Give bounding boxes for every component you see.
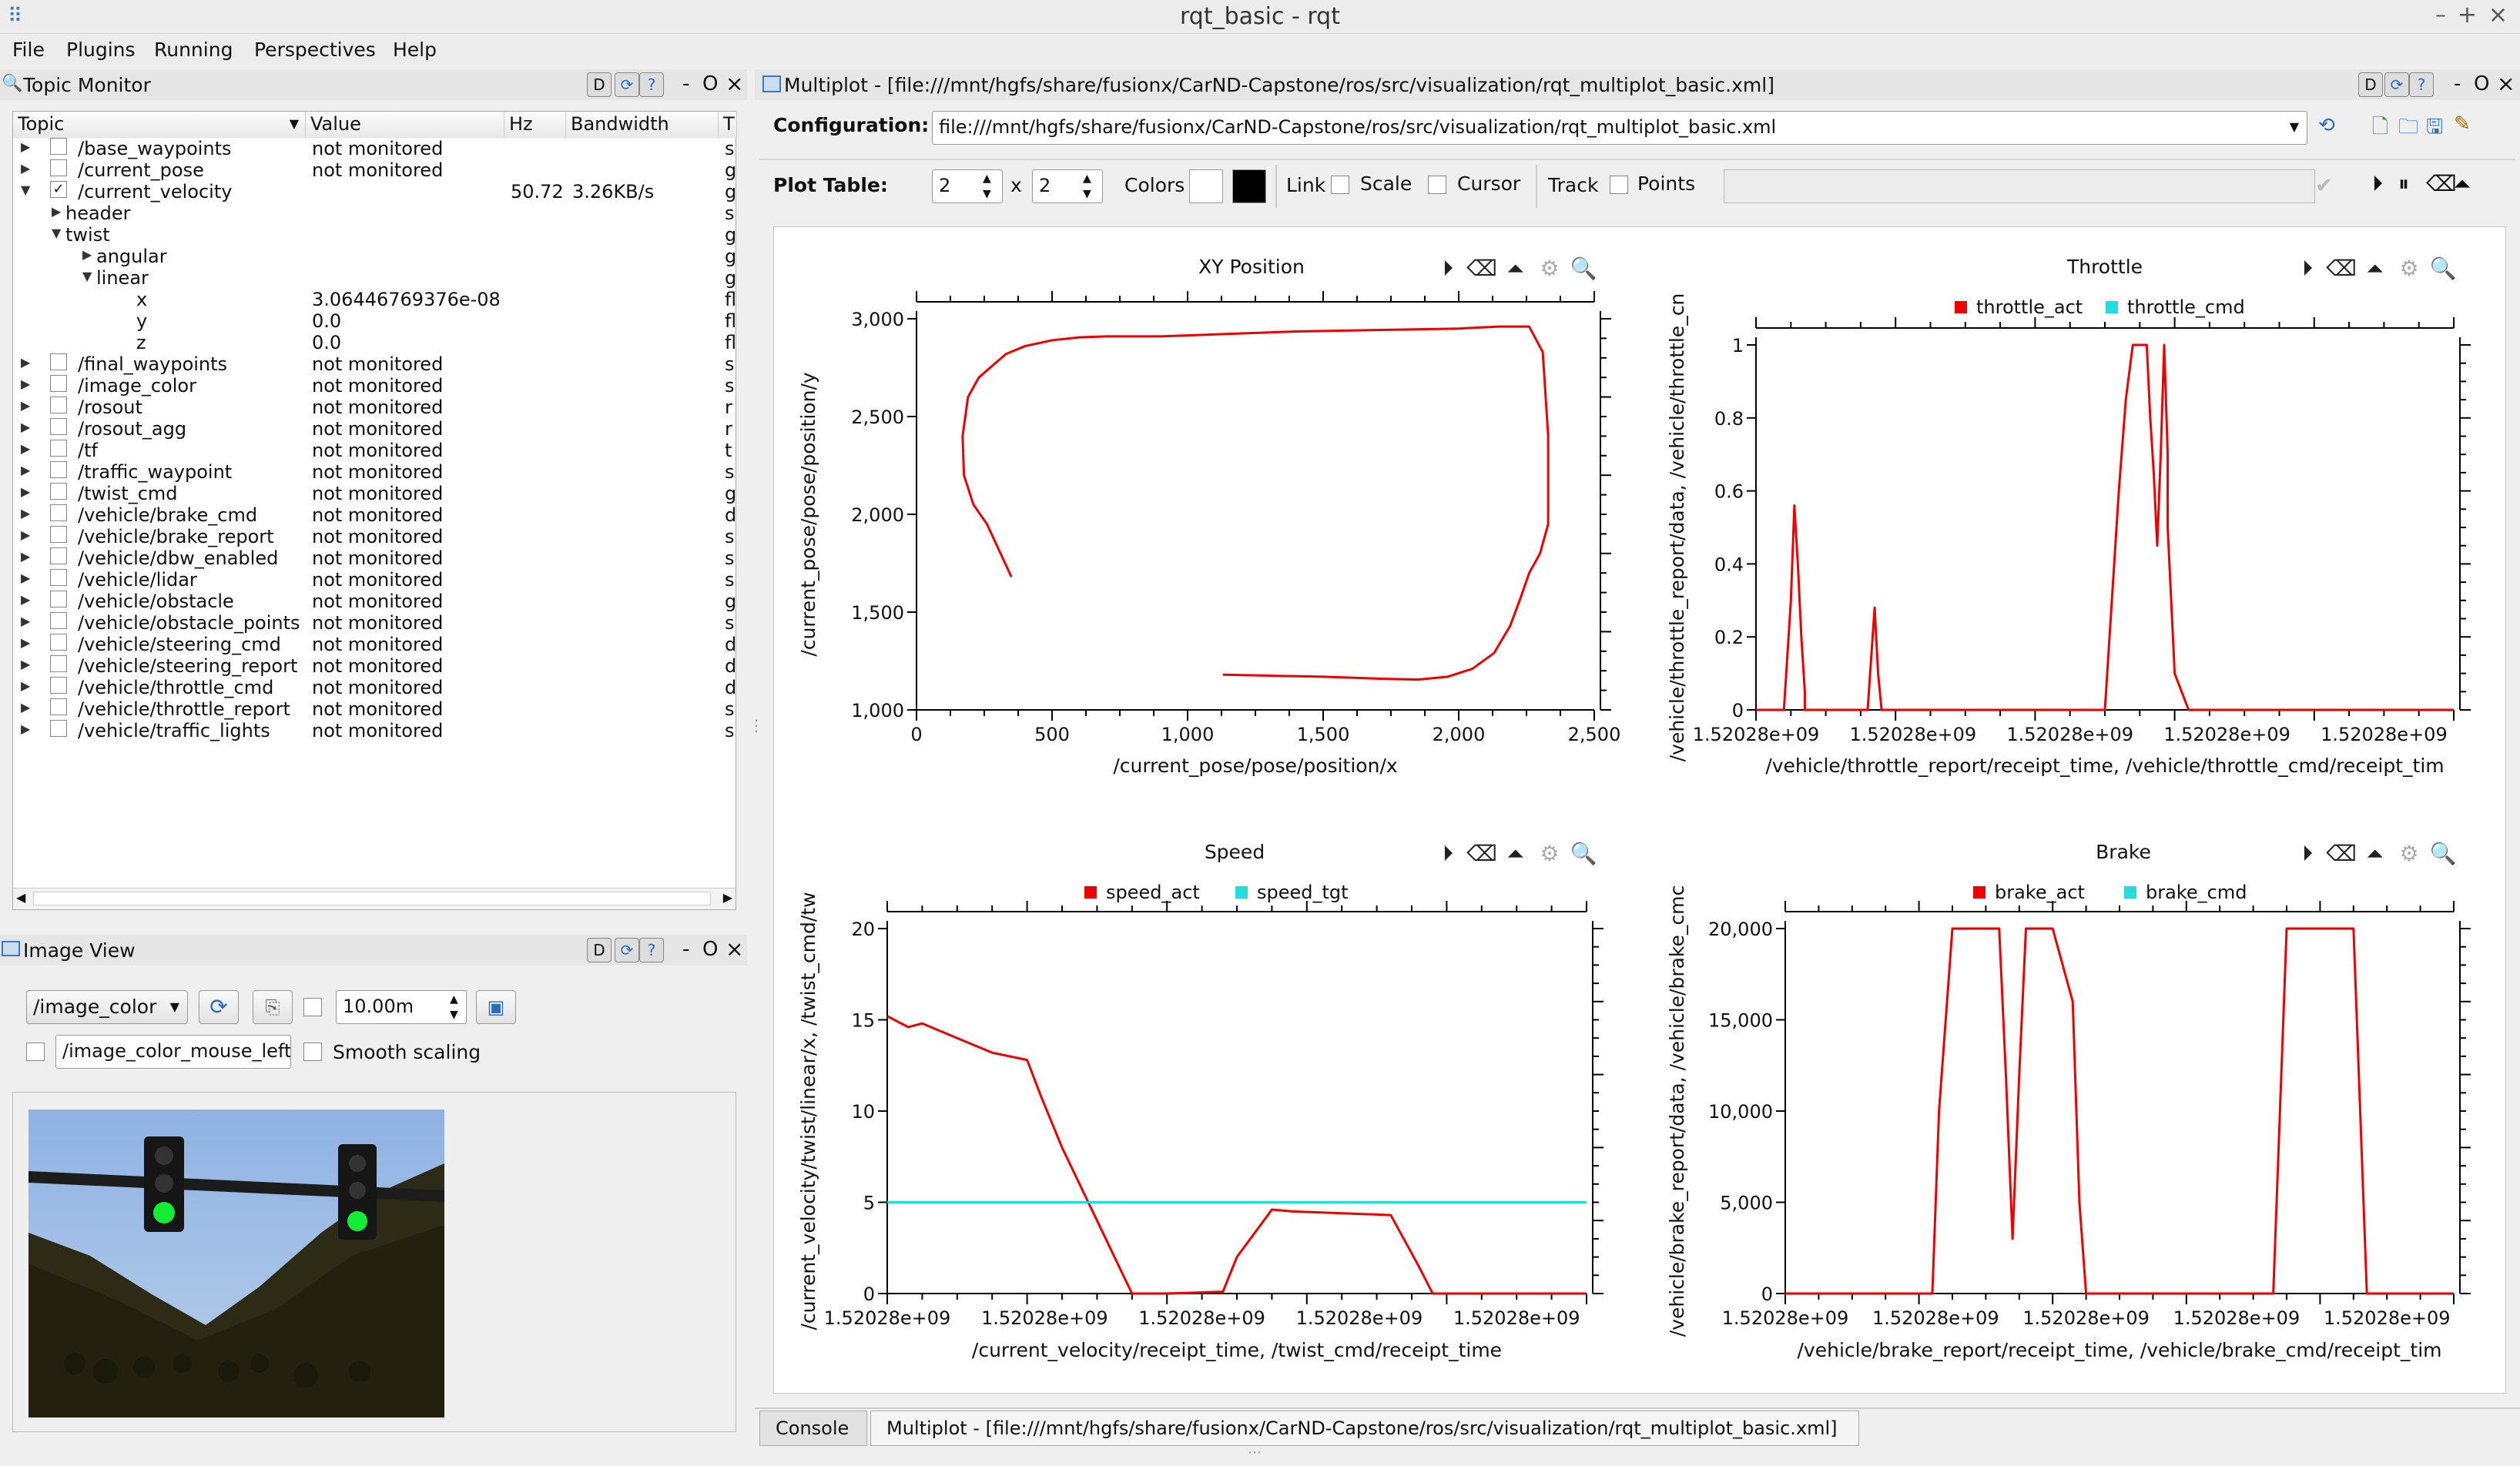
export-icon[interactable]: ⏶ bbox=[1507, 841, 1524, 866]
clear-icon[interactable]: ⌫ bbox=[2325, 256, 2357, 281]
x-tick-label: 2,000 bbox=[1433, 724, 1486, 745]
plot-title: XY Position bbox=[1198, 256, 1305, 278]
y-tick-label: 1 bbox=[1732, 335, 1744, 356]
series-line bbox=[1756, 343, 2454, 711]
clear-icon[interactable]: ⌫ bbox=[1466, 841, 1497, 866]
x-tick-label: 500 bbox=[1034, 724, 1070, 745]
x-tick-label: 1.52028e+09 bbox=[1138, 1307, 1265, 1329]
series-line bbox=[1785, 927, 2454, 1295]
y-tick-label: 0.6 bbox=[1714, 481, 1744, 503]
legend-label: speed_tgt bbox=[1257, 882, 1349, 903]
x-tick-label: 1.52028e+09 bbox=[2321, 724, 2448, 745]
y-tick-label: 1,000 bbox=[851, 700, 904, 721]
y-axis-label: /vehicle/throttle_report/data, /vehicle/… bbox=[1666, 293, 1688, 762]
series-line bbox=[961, 325, 1550, 681]
play-icon[interactable]: ⏵ bbox=[1443, 841, 1453, 866]
y-tick-label: 0 bbox=[1761, 1284, 1773, 1305]
legend-label: throttle_act bbox=[1976, 296, 2083, 318]
legend-label: throttle_cmd bbox=[2127, 296, 2245, 318]
tab-divider bbox=[755, 1407, 2520, 1409]
export-icon[interactable]: ⏶ bbox=[2367, 256, 2384, 281]
zoom-icon[interactable]: 🔍 bbox=[2430, 254, 2457, 281]
legend-swatch bbox=[2124, 886, 2136, 899]
play-icon[interactable]: ⏵ bbox=[2302, 256, 2313, 281]
legend-label: speed_act bbox=[1106, 882, 1200, 903]
x-tick-label: 1.52028e+09 bbox=[1872, 1307, 1999, 1329]
y-tick-label: 0 bbox=[863, 1284, 875, 1305]
x-tick-label: 1,000 bbox=[1161, 724, 1215, 745]
plot-title: Speed bbox=[1205, 841, 1265, 863]
play-icon[interactable]: ⏵ bbox=[2302, 841, 2313, 866]
settings-icon[interactable]: ⚙ bbox=[1540, 256, 1559, 281]
x-tick-label: 1.52028e+09 bbox=[1453, 1307, 1580, 1329]
y-tick-label: 5 bbox=[863, 1193, 875, 1214]
legend-swatch bbox=[1973, 886, 1986, 899]
resize-grip[interactable]: ⋯ bbox=[1248, 1444, 1262, 1461]
y-tick-label: 15 bbox=[851, 1010, 875, 1032]
x-tick-label: 0 bbox=[910, 724, 922, 745]
y-tick-label: 10,000 bbox=[1708, 1101, 1773, 1123]
legend-swatch bbox=[1955, 301, 1967, 313]
settings-icon[interactable]: ⚙ bbox=[2399, 841, 2418, 866]
x-tick-label: 1.52028e+09 bbox=[1850, 724, 1977, 745]
y-axis-label: /current_velocity/twist/linear/x, /twist… bbox=[797, 892, 819, 1330]
x-axis-label: /vehicle/brake_report/receipt_time, /veh… bbox=[1798, 1339, 2442, 1361]
y-tick-label: 0.4 bbox=[1714, 554, 1744, 575]
x-tick-label: 1,500 bbox=[1297, 724, 1350, 745]
y-axis-label: /current_pose/pose/position/y bbox=[797, 372, 819, 657]
x-tick-label: 1.52028e+09 bbox=[1296, 1307, 1423, 1329]
legend-label: brake_act bbox=[1995, 882, 2085, 903]
x-tick-label: 1.52028e+09 bbox=[2173, 1307, 2301, 1329]
y-axis-label: /vehicle/brake_report/data, /vehicle/bra… bbox=[1666, 885, 1688, 1337]
y-tick-label: 3,000 bbox=[851, 309, 904, 330]
legend-swatch bbox=[1084, 886, 1097, 899]
legend-swatch bbox=[1235, 886, 1248, 899]
plot-title: Brake bbox=[2096, 841, 2151, 863]
y-tick-label: 20 bbox=[851, 919, 875, 940]
y-tick-label: 5,000 bbox=[1720, 1193, 1773, 1214]
legend-label: brake_cmd bbox=[2146, 882, 2247, 903]
x-axis-label: /current_velocity/receipt_time, /twist_c… bbox=[972, 1339, 1502, 1361]
x-tick-label: 1.52028e+09 bbox=[824, 1307, 951, 1329]
x-tick-label: 1.52028e+09 bbox=[2022, 1307, 2150, 1329]
y-tick-label: 2,000 bbox=[851, 504, 904, 526]
x-tick-label: 2,500 bbox=[1568, 724, 1621, 745]
y-tick-label: 0 bbox=[1732, 700, 1744, 721]
x-tick-label: 1.52028e+09 bbox=[2324, 1307, 2451, 1329]
zoom-icon[interactable]: 🔍 bbox=[2430, 839, 2457, 866]
legend-swatch bbox=[2106, 301, 2118, 313]
series-line bbox=[886, 1015, 1587, 1295]
x-tick-label: 1.52028e+09 bbox=[981, 1307, 1108, 1329]
play-icon[interactable]: ⏵ bbox=[1443, 256, 1453, 281]
export-icon[interactable]: ⏶ bbox=[1507, 256, 1524, 281]
zoom-icon[interactable]: 🔍 bbox=[1570, 839, 1597, 866]
x-axis-label: /current_pose/pose/position/x bbox=[1113, 755, 1397, 777]
x-tick-label: 1.52028e+09 bbox=[1693, 724, 1820, 745]
y-tick-label: 2,500 bbox=[851, 407, 904, 428]
x-tick-label: 1.52028e+09 bbox=[1722, 1307, 1849, 1329]
clear-icon[interactable]: ⌫ bbox=[2325, 841, 2357, 866]
settings-icon[interactable]: ⚙ bbox=[2399, 256, 2418, 281]
y-tick-label: 0.8 bbox=[1714, 408, 1744, 430]
export-icon[interactable]: ⏶ bbox=[2367, 841, 2384, 866]
zoom-icon[interactable]: 🔍 bbox=[1570, 254, 1597, 281]
clear-icon[interactable]: ⌫ bbox=[1466, 256, 1497, 281]
plots-canvas: XY Position ⏵ ⌫ ⏶ ⚙ 🔍 1,000 1,500 2,000 2,500 3,00… bbox=[797, 254, 2471, 1361]
y-tick-label: 0.2 bbox=[1714, 627, 1744, 648]
plot-title: Throttle bbox=[2066, 256, 2143, 278]
y-tick-label: 1,500 bbox=[851, 602, 904, 624]
tab-console[interactable]: Console bbox=[759, 1411, 867, 1446]
y-tick-label: 15,000 bbox=[1708, 1010, 1773, 1032]
x-axis-label: /vehicle/throttle_report/receipt_time, /… bbox=[1765, 755, 2444, 777]
y-tick-label: 20,000 bbox=[1708, 919, 1773, 940]
x-tick-label: 1.52028e+09 bbox=[2006, 724, 2133, 745]
y-tick-label: 10 bbox=[851, 1101, 875, 1123]
x-tick-label: 1.52028e+09 bbox=[2163, 724, 2290, 745]
tab-multiplot[interactable]: Multiplot - [file:///mnt/hgfs/share/fusi… bbox=[870, 1411, 1859, 1446]
settings-icon[interactable]: ⚙ bbox=[1540, 841, 1559, 866]
